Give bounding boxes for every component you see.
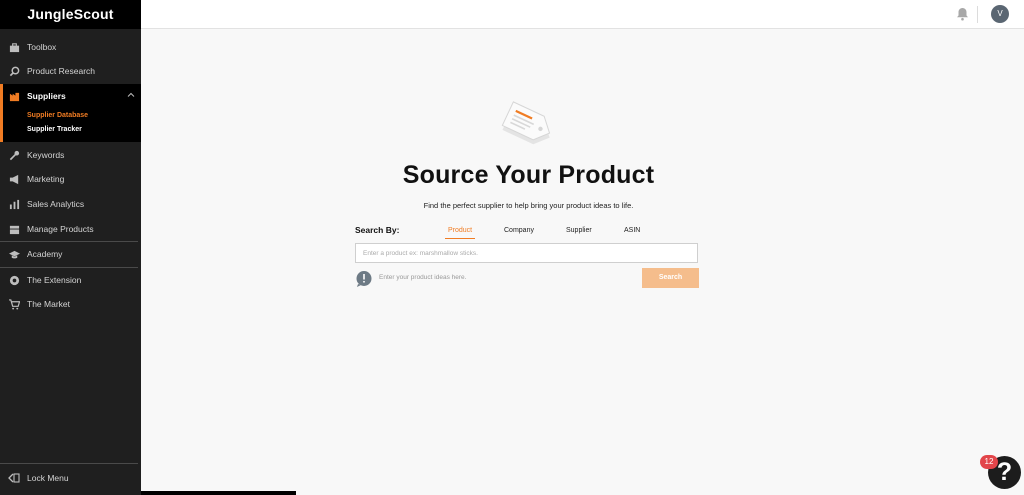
- megaphone-icon: [8, 173, 20, 185]
- sidebar-item-product-research[interactable]: Product Research: [0, 59, 141, 83]
- sidebar-item-label: Academy: [27, 249, 63, 259]
- search-input[interactable]: [355, 243, 698, 263]
- sidebar-item-the-extension[interactable]: The Extension: [0, 268, 141, 292]
- search-by-label: Search By:: [355, 225, 400, 235]
- bell-icon[interactable]: [956, 7, 969, 26]
- chevron-up-icon[interactable]: [127, 91, 135, 101]
- key-icon: [8, 149, 20, 161]
- collapse-menu-icon: [8, 472, 20, 484]
- sidebar-item-label: The Market: [27, 299, 70, 309]
- sidebar-item-label: Suppliers: [27, 91, 66, 101]
- page-subtitle: Find the perfect supplier to help bring …: [423, 201, 634, 210]
- cart-icon: [8, 298, 20, 310]
- sidebar-divider: [0, 463, 138, 464]
- search-button[interactable]: Search: [642, 268, 699, 288]
- sidebar-item-label: The Extension: [27, 275, 82, 285]
- sidebar: JungleScout Toolbox Product Research Sup…: [0, 0, 141, 495]
- sidebar-subitem-supplier-database[interactable]: Supplier Database: [27, 112, 88, 119]
- tab-company[interactable]: Company: [504, 227, 534, 234]
- main-content: Source Your Product Find the perfect sup…: [141, 30, 1024, 495]
- factory-icon: [8, 90, 20, 102]
- sidebar-item-label: Keywords: [27, 150, 65, 160]
- search-hint: Enter your product ideas here.: [379, 274, 467, 281]
- chrome-icon: [8, 274, 20, 286]
- sidebar-item-academy[interactable]: Academy: [0, 242, 141, 266]
- avatar[interactable]: V: [991, 5, 1009, 23]
- lock-menu-label: Lock Menu: [27, 473, 69, 483]
- brand-logo[interactable]: JungleScout: [0, 0, 141, 29]
- sidebar-item-the-market[interactable]: The Market: [0, 292, 141, 316]
- tab-supplier[interactable]: Supplier: [566, 227, 592, 234]
- sidebar-item-label: Sales Analytics: [27, 199, 85, 209]
- sidebar-subitem-supplier-tracker[interactable]: Supplier Tracker: [27, 126, 82, 133]
- sidebar-item-keywords[interactable]: Keywords: [0, 143, 141, 167]
- sidebar-item-label: Product Research: [27, 66, 96, 76]
- sidebar-item-sales-analytics[interactable]: Sales Analytics: [0, 192, 141, 216]
- sidebar-item-suppliers[interactable]: Suppliers: [0, 84, 141, 108]
- sidebar-item-toolbox[interactable]: Toolbox: [0, 35, 141, 59]
- sidebar-item-marketing[interactable]: Marketing: [0, 167, 141, 191]
- active-tab-indicator: [445, 238, 475, 239]
- suppliers-submenu: Supplier Database Supplier Tracker: [0, 108, 141, 142]
- lock-menu-button[interactable]: Lock Menu: [0, 466, 141, 490]
- sidebar-item-label: Manage Products: [27, 224, 94, 234]
- sidebar-item-label: Toolbox: [27, 42, 57, 52]
- top-bar: V: [141, 0, 1024, 29]
- sidebar-item-manage-products[interactable]: Manage Products: [0, 217, 141, 241]
- price-tag-icon: [496, 96, 558, 163]
- toolbox-icon: [8, 41, 20, 53]
- tab-product[interactable]: Product: [448, 227, 472, 234]
- sidebar-item-label: Marketing: [27, 174, 65, 184]
- graduation-cap-icon: [8, 248, 20, 260]
- info-bubble-icon: [355, 270, 373, 293]
- tab-asin[interactable]: ASIN: [624, 227, 640, 234]
- bottom-strip: [141, 491, 296, 495]
- boxes-icon: [8, 223, 20, 235]
- bar-chart-icon: [8, 198, 20, 210]
- page-title: Source Your Product: [402, 161, 655, 189]
- search-icon: [8, 65, 20, 77]
- topbar-separator: [977, 6, 978, 23]
- notification-badge: 12: [980, 455, 998, 469]
